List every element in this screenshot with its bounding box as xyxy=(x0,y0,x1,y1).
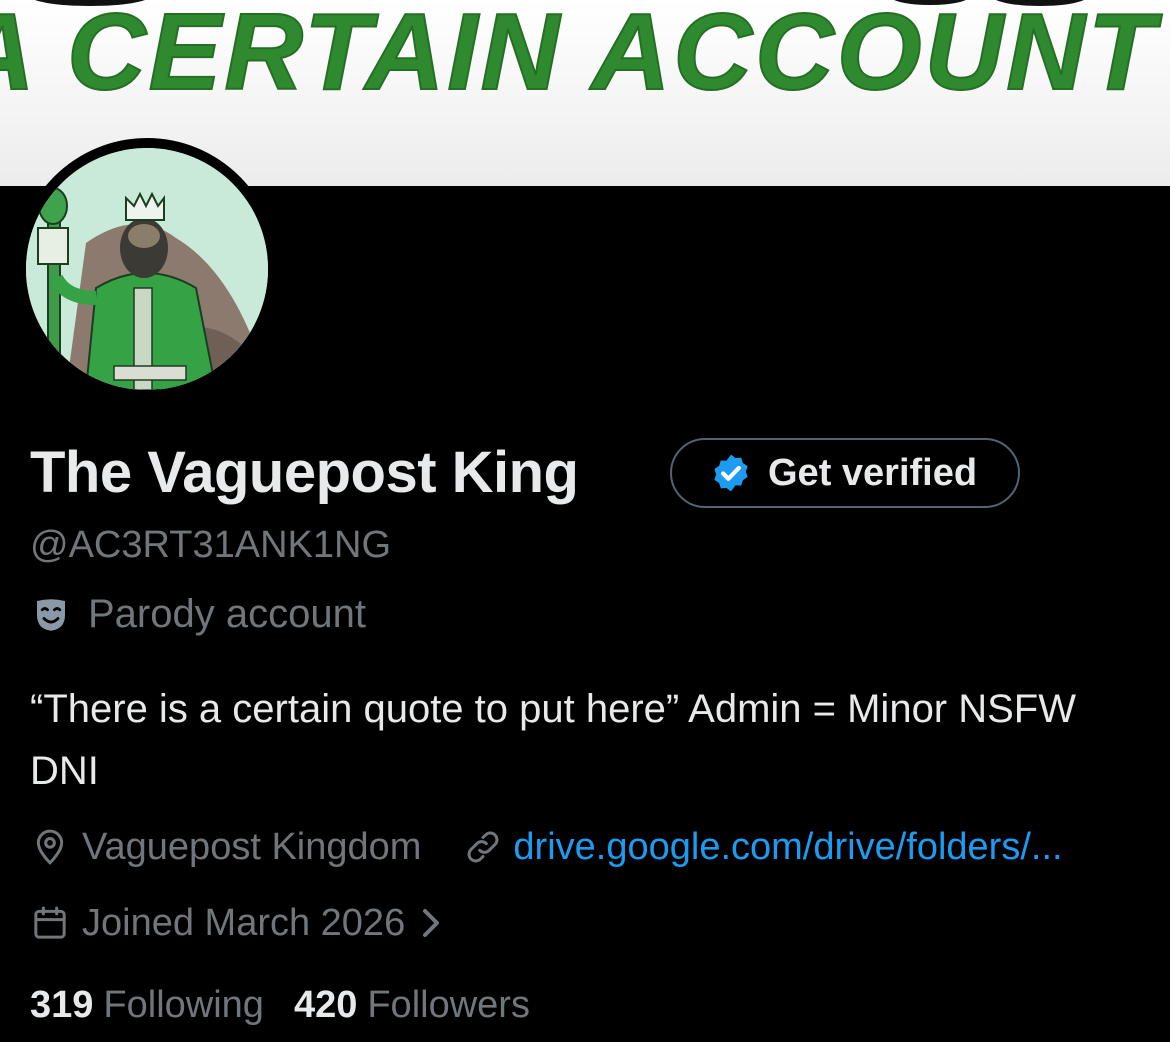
followers-label: Followers xyxy=(367,984,530,1026)
location-text: Vaguepost Kingdom xyxy=(82,825,422,868)
calendar-icon xyxy=(34,906,66,939)
followers-count: 420 xyxy=(293,984,358,1026)
avatar-illustration xyxy=(26,148,268,390)
user-handle: @AC3RT31ANK1NG xyxy=(30,524,391,566)
theater-mask-icon xyxy=(37,598,65,631)
joined-date-text: Joined March 2026 xyxy=(82,901,406,944)
following-label: Following xyxy=(103,984,264,1026)
profile-website-link[interactable]: drive.google.com/drive/folders/... xyxy=(513,826,1062,869)
parody-account-label: Parody account xyxy=(30,592,366,637)
joined-date-row[interactable]: Joined March 2026 xyxy=(30,898,443,948)
follow-stats: 319 Following 420 Followers xyxy=(30,984,530,1027)
verified-badge-icon xyxy=(714,454,748,492)
get-verified-button[interactable]: Get verified xyxy=(670,438,1020,508)
get-verified-label: Get verified xyxy=(768,451,978,494)
chevron-right-icon xyxy=(423,909,440,937)
location-pin-icon xyxy=(36,829,64,865)
following-stat[interactable]: 319 Following xyxy=(30,984,264,1027)
profile-meta-row: Vaguepost Kingdom drive.google.com/drive… xyxy=(30,822,1063,872)
followers-stat[interactable]: 420 Followers xyxy=(294,984,530,1027)
display-name: The Vaguepost King xyxy=(30,440,579,505)
profile-bio: “There is a certain quote to put here” A… xyxy=(30,687,1076,793)
following-count: 319 xyxy=(30,984,94,1026)
avatar[interactable] xyxy=(26,148,268,390)
banner-text: A CERTAIN ACCOUNT xyxy=(0,0,1158,113)
link-icon xyxy=(468,831,499,863)
parody-label-text: Parody account xyxy=(88,592,366,636)
